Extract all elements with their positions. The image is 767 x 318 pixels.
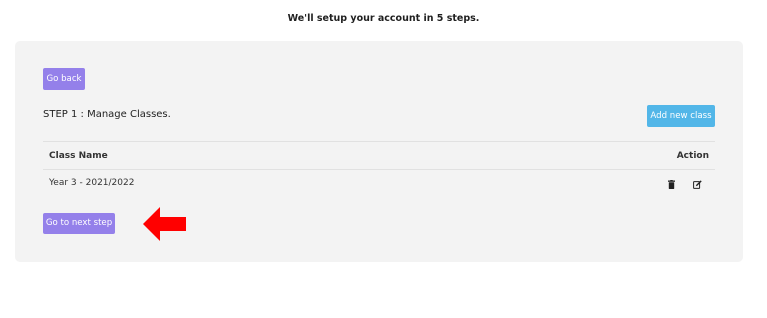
go-to-next-step-button[interactable]: Go to next step <box>43 213 115 234</box>
table-header-row: Class Name Action <box>43 142 715 170</box>
table-row: Year 3 - 2021/2022 <box>43 170 715 197</box>
column-header-class-name: Class Name <box>49 151 108 161</box>
add-new-class-button[interactable]: Add new class <box>647 105 715 127</box>
trash-icon[interactable] <box>668 180 675 189</box>
class-name-cell: Year 3 - 2021/2022 <box>49 178 135 188</box>
arrow-left-icon <box>143 207 186 241</box>
edit-icon[interactable] <box>693 180 702 189</box>
go-back-button[interactable]: Go back <box>43 68 85 90</box>
classes-table: Class Name Action Year 3 - 2021/2022 <box>43 141 715 197</box>
setup-card: Go back STEP 1 : Manage Classes. Add new… <box>15 41 743 262</box>
column-header-action: Action <box>676 151 709 161</box>
step-title: STEP 1 : Manage Classes. <box>43 109 171 120</box>
setup-intro-text: We'll setup your account in 5 steps. <box>287 13 480 24</box>
